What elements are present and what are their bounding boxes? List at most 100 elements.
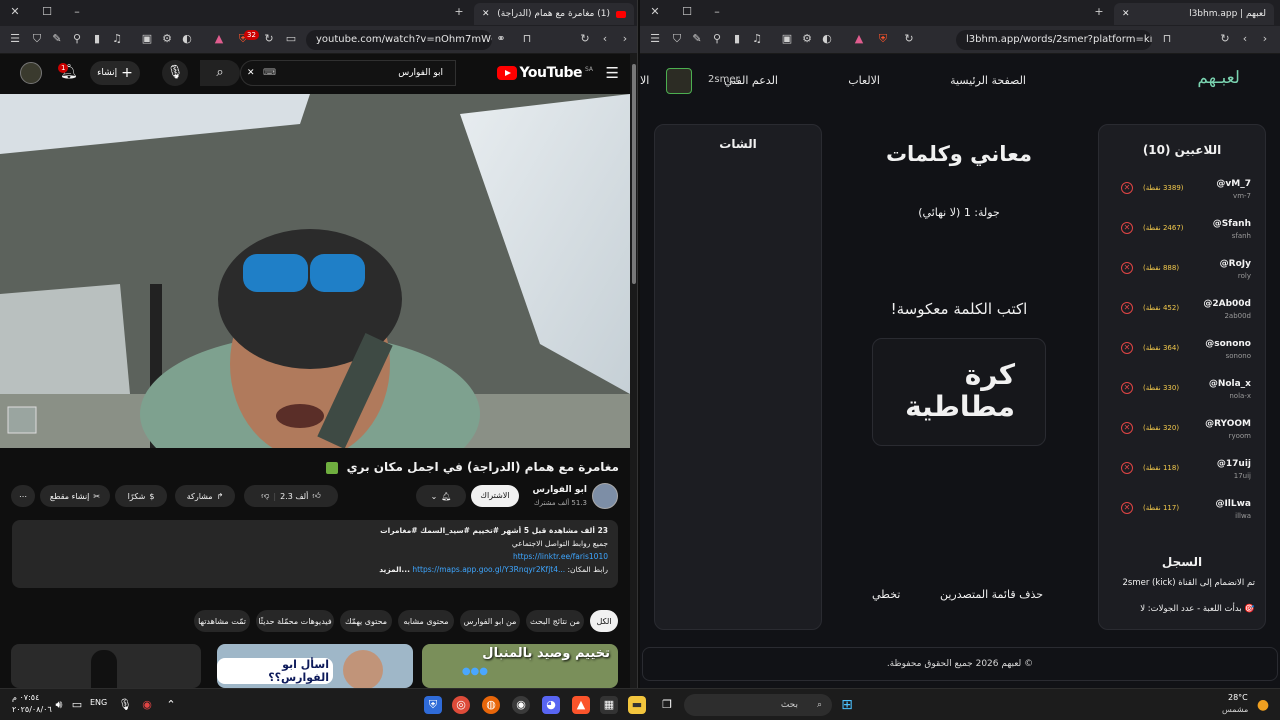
shield-icon[interactable]: ⛉: [670, 32, 684, 46]
app-tray-icon[interactable]: ◉: [138, 696, 156, 714]
notification-bell-button[interactable]: ⌄ 🔔︎: [416, 485, 466, 507]
like-icon[interactable]: 👍︎: [312, 491, 320, 501]
keyboard-icon[interactable]: ⌨: [263, 61, 276, 85]
reload-icon[interactable]: ↻: [578, 32, 592, 46]
channel-name[interactable]: ابو الفوارس: [532, 485, 587, 495]
task-view-icon[interactable]: ❐: [658, 696, 676, 714]
remove-player-icon[interactable]: ✕: [1121, 382, 1133, 394]
chip-all[interactable]: الكل: [590, 610, 618, 632]
network-icon[interactable]: ▭: [68, 696, 86, 714]
related-video-thumbnail[interactable]: [11, 644, 201, 688]
reload-icon[interactable]: ↻: [1218, 32, 1232, 46]
chip-recently-uploaded[interactable]: فيديوهات محمّلة حديثًا: [256, 610, 334, 632]
app-logo[interactable]: لعبـهم: [1197, 68, 1240, 88]
bookmark-icon[interactable]: ⊓: [520, 32, 534, 46]
shield-icon[interactable]: ⛉: [30, 32, 44, 46]
remove-player-icon[interactable]: ✕: [1121, 222, 1133, 234]
screenshot-icon[interactable]: ▣: [780, 32, 794, 46]
more-actions-button[interactable]: ⋯: [11, 485, 35, 507]
language-indicator[interactable]: ENG: [90, 698, 107, 707]
search-button[interactable]: ⌕: [200, 60, 240, 86]
volume-icon[interactable]: 🔊︎: [50, 696, 68, 714]
forward-icon[interactable]: ›: [1258, 32, 1272, 46]
brave-shield-icon[interactable]: ⛨: [876, 32, 890, 46]
related-video-thumbnail[interactable]: تخييم وصيد بالمنبال ●●●: [422, 644, 618, 688]
weather-temperature[interactable]: 28°C: [1228, 693, 1248, 702]
minimize-window-icon[interactable]: –: [710, 5, 724, 19]
taskbar-search[interactable]: بحث ⌕: [684, 694, 832, 716]
subscribe-button[interactable]: الاشتراك: [471, 485, 519, 507]
new-tab-icon[interactable]: +: [1092, 5, 1106, 19]
linktree-link[interactable]: https://linktr.ee/faris1010: [22, 552, 608, 561]
avatar[interactable]: [20, 62, 42, 84]
remove-player-icon[interactable]: ✕: [1121, 342, 1133, 354]
scrollbar-thumb[interactable]: [632, 64, 636, 284]
nav-more[interactable]: الا: [640, 74, 649, 87]
clock-time[interactable]: ٠٧:٥٤ م: [12, 693, 39, 702]
chrome-icon[interactable]: ◎: [452, 696, 470, 714]
forward-icon[interactable]: ›: [618, 32, 632, 46]
close-window-icon[interactable]: ✕: [648, 5, 662, 19]
related-video-thumbnail[interactable]: اسأل ابو الفوارس؟؟: [217, 644, 413, 688]
brave-icon[interactable]: ▲: [572, 696, 590, 714]
clear-search-icon[interactable]: ✕: [247, 61, 255, 85]
pin-icon[interactable]: ⚲: [710, 32, 724, 46]
security-app-icon[interactable]: ⛨: [424, 696, 442, 714]
chip-watched[interactable]: تمّت مشاهدتها: [194, 610, 250, 632]
firefox-icon[interactable]: ◍: [482, 696, 500, 714]
triangle-extension-icon[interactable]: ▲: [212, 32, 226, 46]
streamer-avatar[interactable]: [666, 68, 692, 94]
gear-icon[interactable]: ⚙: [160, 32, 174, 46]
maximize-window-icon[interactable]: ☐: [40, 5, 54, 19]
sun-icon[interactable]: ●: [1254, 696, 1272, 714]
palette-icon[interactable]: ◐: [180, 32, 194, 46]
maps-link[interactable]: https://maps.app.goo.gl/Y3Rnqyr2Kfjt4...: [412, 565, 565, 574]
share-page-icon[interactable]: ↻: [262, 32, 276, 46]
close-window-icon[interactable]: ✕: [8, 5, 22, 19]
menu-icon[interactable]: ☰: [8, 32, 22, 46]
nav-home[interactable]: الصفحة الرئيسية: [950, 74, 1026, 87]
video-player[interactable]: [0, 94, 630, 448]
skip-button[interactable]: تخطي: [872, 588, 900, 601]
chip-search-results[interactable]: من نتائج البحث: [526, 610, 584, 632]
minimize-window-icon[interactable]: –: [70, 5, 84, 19]
share-button[interactable]: مشاركة ↱: [175, 485, 235, 507]
chip-for-you[interactable]: محتوى يهمّك: [340, 610, 392, 632]
share-page-icon[interactable]: ↻: [902, 32, 916, 46]
pip-icon[interactable]: ▭: [284, 32, 298, 46]
channel-avatar[interactable]: [592, 483, 618, 509]
tab-close-icon[interactable]: ✕: [482, 9, 490, 19]
remove-player-icon[interactable]: ✕: [1121, 262, 1133, 274]
chip-similar[interactable]: محتوى مشابه: [398, 610, 454, 632]
back-icon[interactable]: ‹: [1238, 32, 1252, 46]
remove-player-icon[interactable]: ✕: [1121, 422, 1133, 434]
create-button[interactable]: إنشاء +: [90, 61, 140, 85]
triangle-extension-icon[interactable]: ▲: [852, 32, 866, 46]
sidebar-icon[interactable]: ▮: [730, 32, 744, 46]
hamburger-menu-icon[interactable]: ☰: [606, 64, 619, 82]
screenshot-icon[interactable]: ▣: [140, 32, 154, 46]
back-icon[interactable]: ‹: [598, 32, 612, 46]
address-bar[interactable]: l3bhm.app/words/2smer?platform=kick: [956, 30, 1152, 50]
gear-icon[interactable]: ⚙: [800, 32, 814, 46]
clip-button[interactable]: إنشاء مقطع ✂: [40, 485, 110, 507]
link-icon[interactable]: ⚭: [494, 32, 508, 46]
clear-leaderboard-button[interactable]: حذف قائمة المتصدرين: [940, 588, 1043, 601]
maximize-window-icon[interactable]: ☐: [680, 5, 694, 19]
nav-games[interactable]: الالعاب: [848, 74, 880, 87]
tab-close-icon[interactable]: ✕: [1122, 9, 1130, 19]
bookmark-icon[interactable]: ⊓: [1160, 32, 1174, 46]
remove-player-icon[interactable]: ✕: [1121, 182, 1133, 194]
dislike-icon[interactable]: 👎︎: [261, 491, 269, 501]
extension-icon[interactable]: ✎: [50, 32, 64, 46]
photos-icon[interactable]: ▦: [600, 696, 618, 714]
obs-icon[interactable]: ◉: [512, 696, 530, 714]
sidebar-icon[interactable]: ▮: [90, 32, 104, 46]
remove-player-icon[interactable]: ✕: [1121, 302, 1133, 314]
voice-search-button[interactable]: 🎙︎: [162, 60, 188, 86]
youtube-logo[interactable]: YouTube SA: [496, 65, 593, 81]
music-icon[interactable]: ♫: [750, 32, 764, 46]
extension-icon[interactable]: ✎: [690, 32, 704, 46]
discord-icon[interactable]: ◕: [542, 696, 560, 714]
show-more-link[interactable]: ...المزيد: [379, 565, 410, 574]
